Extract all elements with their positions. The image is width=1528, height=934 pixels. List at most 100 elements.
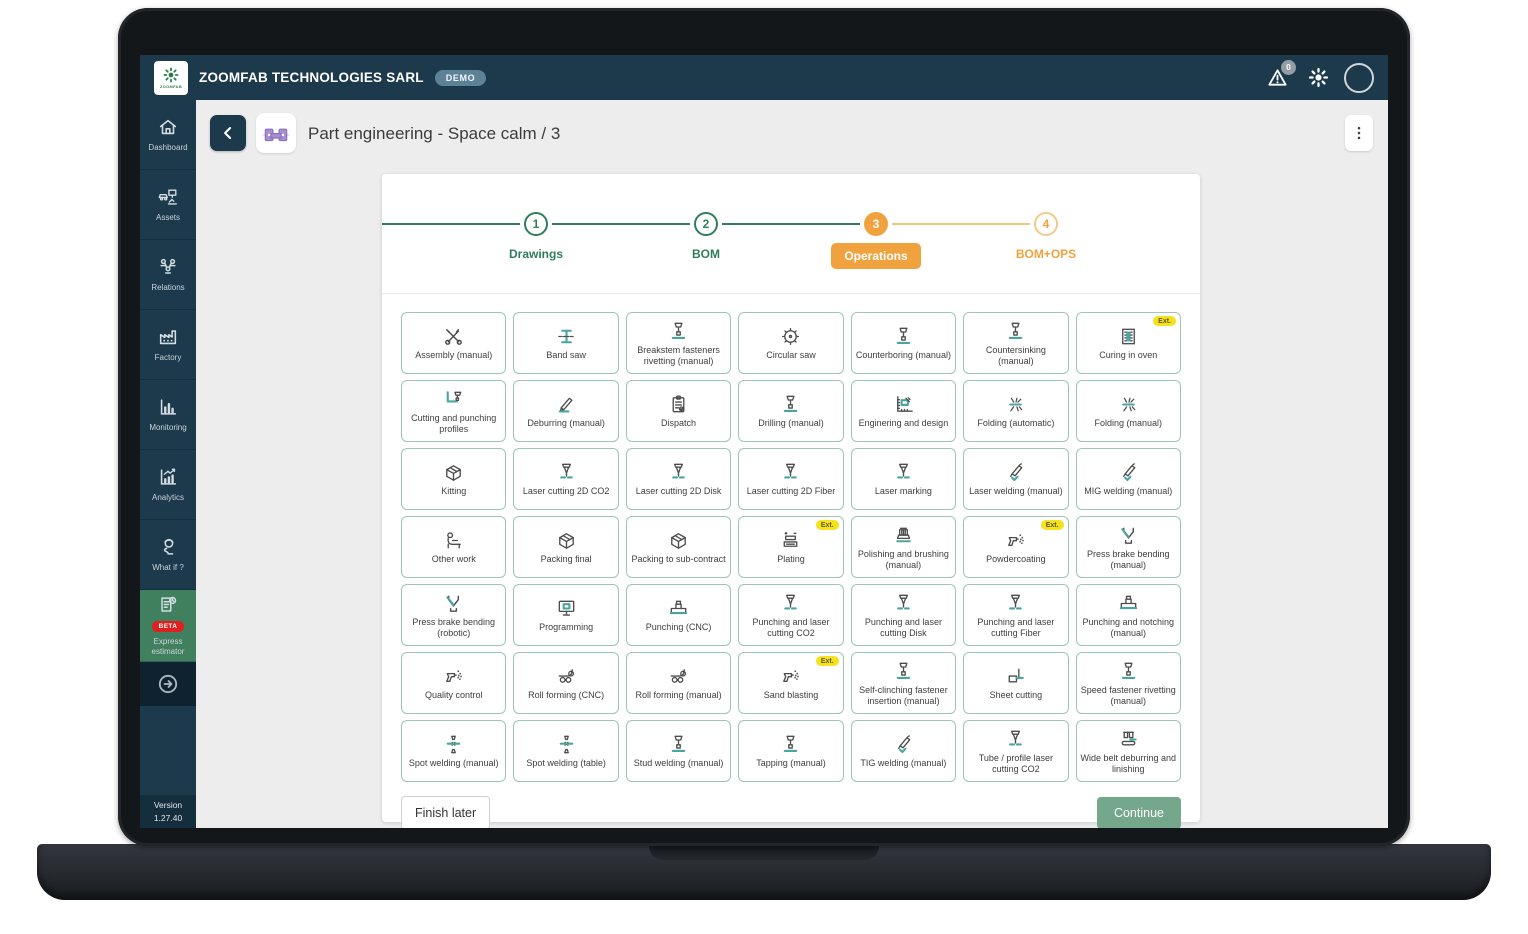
operation-tig-welding-manual[interactable]: TIG welding (manual): [851, 720, 956, 782]
operation-label: Tapping (manual): [753, 758, 829, 769]
operation-sand-blasting[interactable]: Ext. Sand blasting: [738, 652, 843, 714]
operation-punching-and-laser-cutting-co2[interactable]: Punching and laser cutting CO2: [738, 584, 843, 646]
operation-folding-automatic[interactable]: Folding (automatic): [963, 380, 1068, 442]
sidebar-item-label: What if ?: [152, 563, 184, 573]
operation-laser-cutting-2d-disk[interactable]: Laser cutting 2D Disk: [626, 448, 731, 510]
operation-label: Drilling (manual): [755, 418, 827, 429]
operation-punching-cnc[interactable]: Punching (CNC): [626, 584, 731, 646]
sidebar-item-monitoring[interactable]: Monitoring: [140, 380, 196, 450]
more-options-button[interactable]: [1345, 115, 1373, 151]
operation-programming[interactable]: Programming: [513, 584, 618, 646]
sidebar-item-dashboard[interactable]: Dashboard: [140, 100, 196, 170]
operation-tube-profile-laser-cutting-co2[interactable]: Tube / profile laser cutting CO2: [963, 720, 1068, 782]
sidebar-item-relations[interactable]: Relations: [140, 240, 196, 310]
laptop-base: [37, 844, 1491, 900]
operation-kitting[interactable]: Kitting: [401, 448, 506, 510]
laptop-screen: ZOOMFAB ZOOMFAB TECHNOLOGIES SARL DEMO 0: [118, 8, 1410, 846]
gear-icon: [1307, 66, 1330, 89]
operation-laser-marking[interactable]: Laser marking: [851, 448, 956, 510]
step-circle: 4: [1034, 212, 1058, 236]
finish-later-button[interactable]: Finish later: [401, 796, 490, 828]
operation-powdercoating[interactable]: Ext. Powdercoating: [963, 516, 1068, 578]
operation-cutting-and-punching-profiles[interactable]: Cutting and punching profiles: [401, 380, 506, 442]
operation-dispatch[interactable]: Dispatch: [626, 380, 731, 442]
sidebar-expand-button[interactable]: [140, 662, 196, 706]
op-laser-icon: [779, 461, 802, 484]
step-operations[interactable]: 3 Operations: [791, 212, 961, 269]
operation-curing-in-oven[interactable]: Ext. Curing in oven: [1076, 312, 1181, 374]
operation-laser-cutting-2d-fiber[interactable]: Laser cutting 2D Fiber: [738, 448, 843, 510]
sidebar-item-what-if[interactable]: What if ?: [140, 520, 196, 590]
operation-folding-manual[interactable]: Folding (manual): [1076, 380, 1181, 442]
settings-button[interactable]: [1303, 63, 1333, 93]
operation-roll-forming-cnc[interactable]: Roll forming (CNC): [513, 652, 618, 714]
operation-drilling-manual[interactable]: Drilling (manual): [738, 380, 843, 442]
main-area: Part engineering - Space calm / 3 1 Draw…: [196, 100, 1388, 828]
operation-press-brake-bending-manual[interactable]: Press brake bending (manual): [1076, 516, 1181, 578]
step-circle: 3: [864, 212, 888, 236]
operation-punching-and-laser-cutting-fiber[interactable]: Punching and laser cutting Fiber: [963, 584, 1068, 646]
operation-mig-welding-manual[interactable]: MIG welding (manual): [1076, 448, 1181, 510]
operation-deburring-manual[interactable]: Deburring (manual): [513, 380, 618, 442]
operation-label: Spot welding (table): [523, 758, 609, 769]
op-torch-icon: [1004, 461, 1027, 484]
operation-label: Sheet cutting: [987, 690, 1046, 701]
operation-label: Laser welding (manual): [966, 486, 1066, 497]
version-value: 1.27.40: [140, 812, 196, 825]
operation-assembly-manual[interactable]: Assembly (manual): [401, 312, 506, 374]
operation-label: Assembly (manual): [412, 350, 495, 361]
operation-label: Band saw: [543, 350, 589, 361]
back-button[interactable]: [210, 115, 246, 151]
operation-band-saw[interactable]: Band saw: [513, 312, 618, 374]
operation-punching-and-notching-manual[interactable]: Punching and notching (manual): [1076, 584, 1181, 646]
operation-breakstem-fasteners-rivetting-manual[interactable]: Breakstem fasteners rivetting (manual): [626, 312, 731, 374]
operation-label: Other work: [429, 554, 479, 565]
op-ibeam-icon: [555, 325, 578, 348]
operation-laser-cutting-2d-co2[interactable]: Laser cutting 2D CO2: [513, 448, 618, 510]
operation-counterboring-manual[interactable]: Counterboring (manual): [851, 312, 956, 374]
ext-badge: Ext.: [1041, 520, 1064, 530]
sidebar-item-assets[interactable]: Assets: [140, 170, 196, 240]
operation-packing-to-sub-contract[interactable]: Packing to sub-contract: [626, 516, 731, 578]
step-bom[interactable]: 2 BOM: [621, 212, 791, 269]
operation-spot-welding-table[interactable]: Spot welding (table): [513, 720, 618, 782]
user-avatar[interactable]: [1344, 63, 1374, 93]
operation-punching-and-laser-cutting-disk[interactable]: Punching and laser cutting Disk: [851, 584, 956, 646]
operation-polishing-and-brushing-manual[interactable]: Polishing and brushing (manual): [851, 516, 956, 578]
sidebar-item-express-estimator[interactable]: BETA Express estimator: [140, 590, 196, 662]
op-punch-icon: [1117, 592, 1140, 615]
operation-enginering-and-design[interactable]: Enginering and design: [851, 380, 956, 442]
operation-label: Punching and notching (manual): [1077, 617, 1180, 639]
operation-tapping-manual[interactable]: Tapping (manual): [738, 720, 843, 782]
operation-speed-fastener-rivetting-manual[interactable]: Speed fastener rivetting (manual): [1076, 652, 1181, 714]
op-spot-icon: [442, 733, 465, 756]
operation-label: Quality control: [422, 690, 486, 701]
notifications-button[interactable]: 0: [1262, 63, 1292, 93]
operation-packing-final[interactable]: Packing final: [513, 516, 618, 578]
operation-quality-control[interactable]: Quality control: [401, 652, 506, 714]
operation-sheet-cutting[interactable]: Sheet cutting: [963, 652, 1068, 714]
step-bom-ops[interactable]: 4 BOM+OPS: [961, 212, 1131, 269]
step-drawings[interactable]: 1 Drawings: [451, 212, 621, 269]
step-label: BOM+OPS: [1016, 247, 1076, 261]
operation-other-work[interactable]: Other work: [401, 516, 506, 578]
sidebar-item-analytics[interactable]: Analytics: [140, 450, 196, 520]
sidebar-item-label: Monitoring: [149, 423, 186, 433]
operation-countersinking-manual[interactable]: Countersinking (manual): [963, 312, 1068, 374]
operation-roll-forming-manual[interactable]: Roll forming (manual): [626, 652, 731, 714]
operation-circular-saw[interactable]: Circular saw: [738, 312, 843, 374]
step-circle: 1: [524, 212, 548, 236]
step-label: Drawings: [509, 247, 563, 261]
operation-press-brake-bending-robotic[interactable]: Press brake bending (robotic): [401, 584, 506, 646]
operation-stud-welding-manual[interactable]: Stud welding (manual): [626, 720, 731, 782]
operation-self-clinching-fastener-insertion-manual[interactable]: Self-clinching fastener insertion (manua…: [851, 652, 956, 714]
continue-button[interactable]: Continue: [1097, 797, 1181, 828]
operation-laser-welding-manual[interactable]: Laser welding (manual): [963, 448, 1068, 510]
op-spray-icon: [442, 665, 465, 688]
operation-spot-welding-manual[interactable]: Spot welding (manual): [401, 720, 506, 782]
chevron-left-icon: [218, 123, 238, 143]
operation-wide-belt-deburring-and-linishing[interactable]: Wide belt deburring and linishing: [1076, 720, 1181, 782]
sidebar-item-factory[interactable]: Factory: [140, 310, 196, 380]
operation-plating[interactable]: Ext. Plating: [738, 516, 843, 578]
operation-label: Spot welding (manual): [406, 758, 502, 769]
